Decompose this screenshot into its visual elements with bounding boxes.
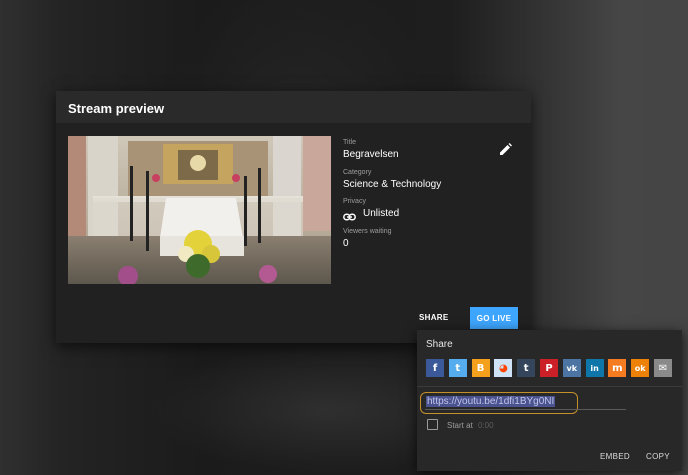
dialog-title: Stream preview xyxy=(56,91,531,123)
edit-pencil-icon[interactable] xyxy=(499,142,513,156)
share-popup-title: Share xyxy=(426,339,453,350)
social-share-row: f t B ◕ t P vk in m ok ✉ xyxy=(426,359,677,377)
twitter-icon[interactable]: t xyxy=(448,359,467,377)
facebook-icon[interactable]: f xyxy=(426,359,444,377)
pinterest-icon[interactable]: P xyxy=(539,359,558,377)
tumblr-icon[interactable]: t xyxy=(517,359,536,377)
stream-title: Begravelsen xyxy=(343,149,399,160)
linkedin-icon[interactable]: in xyxy=(585,359,604,377)
start-at-checkbox[interactable] xyxy=(427,419,438,430)
vk-icon[interactable]: vk xyxy=(562,359,581,377)
email-icon[interactable]: ✉ xyxy=(653,359,672,377)
share-popup: Share f t B ◕ t P vk in m ok ✉ https://y… xyxy=(417,330,682,471)
viewers-count: 0 xyxy=(343,238,349,249)
start-at-label: Start at xyxy=(447,421,473,430)
share-button[interactable]: SHARE xyxy=(419,313,449,322)
odnoklassniki-icon[interactable]: ok xyxy=(631,359,650,377)
stream-thumbnail xyxy=(68,136,331,284)
share-divider xyxy=(417,386,682,387)
share-url-text[interactable]: https://youtu.be/1dfi1BYg0NI xyxy=(426,396,556,407)
category-label: Category xyxy=(343,169,372,176)
stream-preview-dialog: Stream preview Title Begravelsen Categor… xyxy=(56,91,531,343)
privacy-row: Unlisted xyxy=(343,208,400,221)
reddit-icon[interactable]: ◕ xyxy=(494,359,513,377)
blogger-icon[interactable]: B xyxy=(471,359,490,377)
link-icon xyxy=(343,209,356,221)
viewers-label: Viewers waiting xyxy=(343,228,392,235)
share-url-field[interactable]: https://youtu.be/1dfi1BYg0NI xyxy=(420,392,578,414)
mix-icon[interactable]: m xyxy=(608,359,627,377)
go-live-button[interactable]: GO LIVE xyxy=(470,307,518,329)
privacy-label: Privacy xyxy=(343,198,366,205)
copy-button[interactable]: COPY xyxy=(646,452,670,461)
title-label: Title xyxy=(343,139,356,146)
embed-button[interactable]: EMBED xyxy=(600,452,630,461)
start-at-time[interactable]: 0:00 xyxy=(478,421,494,430)
stream-category: Science & Technology xyxy=(343,179,442,190)
church-thumbnail-image xyxy=(68,136,331,284)
stream-privacy: Unlisted xyxy=(363,208,400,219)
url-underline xyxy=(425,409,626,410)
